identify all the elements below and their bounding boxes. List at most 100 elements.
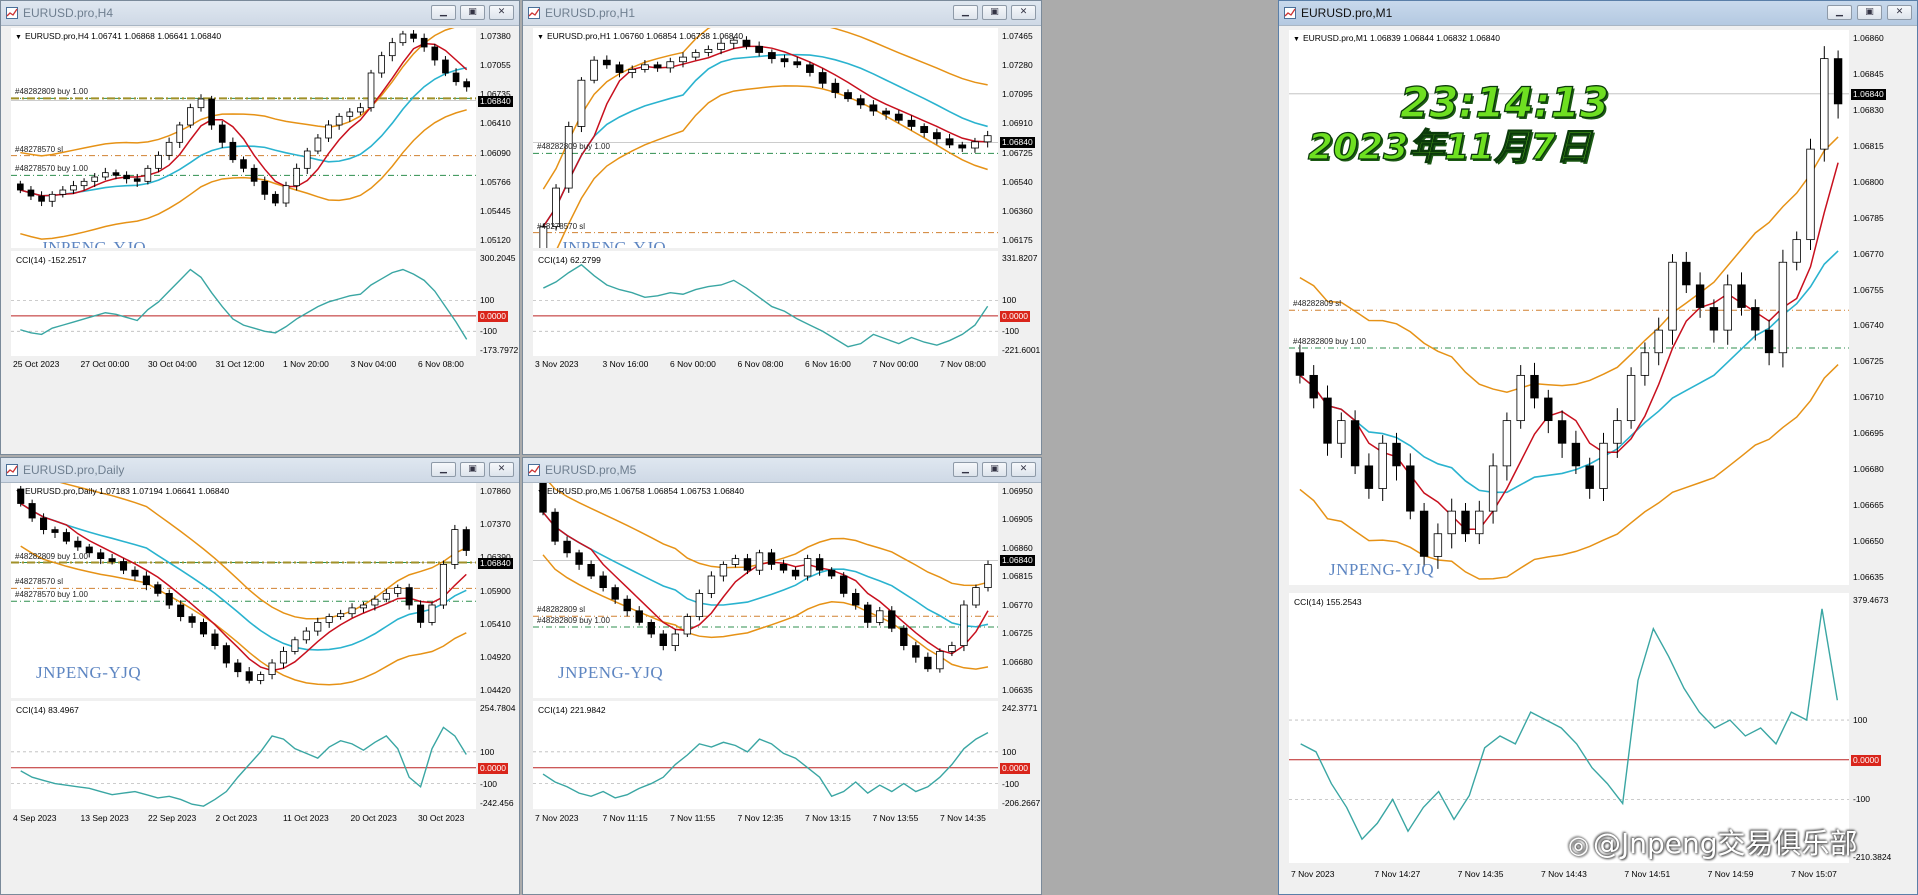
chart-app-icon — [6, 464, 18, 476]
time-axis-label: 7 Nov 2023 — [1291, 869, 1335, 879]
candle — [1792, 231, 1801, 271]
price-axis-label: 1.06815 — [1002, 571, 1033, 582]
minimize-button[interactable]: ▁ — [953, 462, 978, 477]
cci-plot[interactable]: CCI(14) -152.2517 — [11, 251, 476, 356]
candle — [211, 629, 219, 650]
chart-window-m5[interactable]: EURUSD.pro,M5 ▁ ▣ ✕ ▼ EURUSD.pro,M5 1.06758 1… — [522, 457, 1042, 895]
close-button[interactable]: ✕ — [489, 5, 514, 20]
price-axis-label: 1.06635 — [1853, 572, 1884, 582]
price-plot[interactable]: ▼ EURUSD.pro,Daily 1.07183 1.07194 1.0664… — [11, 483, 476, 698]
title-bar[interactable]: EURUSD.pro,M1 ▁ ▣ ✕ — [1279, 1, 1917, 26]
restore-button[interactable]: ▣ — [982, 5, 1007, 20]
candle — [659, 630, 667, 651]
candle — [451, 524, 459, 570]
candle — [1323, 385, 1332, 456]
candle — [1544, 389, 1553, 434]
candle — [38, 191, 45, 207]
minimize-icon: ▁ — [962, 464, 969, 474]
chart-header-ohlc: EURUSD.pro,M5 1.06758 1.06854 1.06753 1.… — [546, 486, 744, 496]
cci-axis-label: -242.456 — [480, 798, 514, 808]
minimize-button[interactable]: ▁ — [953, 5, 978, 20]
chart-header-triangle-icon[interactable]: ▼ — [15, 34, 22, 41]
chart-app-icon — [6, 7, 18, 19]
candle — [279, 646, 288, 669]
candle — [1737, 272, 1746, 316]
candle — [960, 600, 968, 652]
candle — [767, 49, 776, 64]
price-axis-label: 1.06860 — [1002, 542, 1033, 553]
price-plot[interactable]: ▼ EURUSD.pro,H4 1.06741 1.06868 1.06641 1… — [11, 28, 476, 248]
cci-axis-label: -173.7972 — [480, 345, 519, 355]
price-axis-label: 1.06755 — [1853, 284, 1884, 295]
candle — [394, 584, 402, 598]
restore-button[interactable]: ▣ — [460, 5, 485, 20]
cci-plot[interactable]: CCI(14) 62.2799 — [533, 251, 998, 356]
title-bar[interactable]: EURUSD.pro,H1 ▁ ▣ ✕ — [523, 1, 1041, 26]
cci-axis-label: 254.7804 — [480, 703, 516, 713]
candle — [325, 613, 333, 628]
cci-chart — [11, 268, 476, 340]
price-plot[interactable]: ▼ EURUSD.pro,M5 1.06758 1.06854 1.06753 1… — [533, 483, 998, 698]
price-axis-label: 1.06845 — [1853, 68, 1884, 79]
candlestick-chart — [11, 28, 476, 240]
time-axis-label: 27 Oct 00:00 — [80, 359, 130, 369]
chart-window-daily[interactable]: EURUSD.pro,Daily ▁ ▣ ✕ ▼ EURUSD.pro,Daily 1.0… — [0, 457, 520, 895]
candle — [1778, 249, 1788, 368]
title-bar[interactable]: EURUSD.pro,H4 ▁ ▣ ✕ — [1, 1, 519, 26]
price-axis-label: 1.04420 — [480, 685, 511, 695]
chart-window-h4[interactable]: EURUSD.pro,H4 ▁ ▣ ✕ ▼ EURUSD.pro,H4 1.06741 1… — [0, 0, 520, 455]
candle — [250, 164, 258, 187]
candle — [755, 41, 764, 57]
restore-button[interactable]: ▣ — [1857, 5, 1882, 20]
time-axis-label: 7 Nov 14:43 — [1541, 869, 1587, 879]
cci-axis-label: -100 — [1002, 326, 1020, 337]
candle — [80, 178, 88, 191]
close-button[interactable]: ✕ — [1011, 5, 1036, 20]
title-bar[interactable]: EURUSD.pro,Daily ▁ ▣ ✕ — [1, 458, 519, 483]
title-bar[interactable]: EURUSD.pro,M5 ▁ ▣ ✕ — [523, 458, 1041, 483]
candle — [439, 560, 447, 609]
overlay-date: 2023年11月7日 — [1307, 126, 1592, 168]
chart-header: ▼ EURUSD.pro,M5 1.06758 1.06854 1.06753 1… — [537, 486, 744, 496]
price-axis-label: 1.06785 — [1853, 212, 1884, 223]
candle — [462, 526, 470, 556]
candle — [218, 121, 226, 148]
chart-header-ohlc: EURUSD.pro,M1 1.06839 1.06844 1.06832 1.… — [1302, 33, 1500, 43]
chart-header-triangle-icon[interactable]: ▼ — [537, 34, 544, 41]
restore-button[interactable]: ▣ — [982, 462, 1007, 477]
cci-zero-box: 0.0000 — [1851, 754, 1881, 766]
candle — [1668, 254, 1677, 345]
chart-header: ▼ EURUSD.pro,H4 1.06741 1.06868 1.06641 1… — [15, 31, 221, 41]
chart-header-triangle-icon[interactable]: ▼ — [15, 489, 22, 496]
close-button[interactable]: ✕ — [1887, 5, 1912, 20]
candle — [229, 137, 237, 163]
chart-header-triangle-icon[interactable]: ▼ — [537, 489, 544, 496]
current-price-box: 1.06840 — [1851, 88, 1886, 100]
time-axis-label: 7 Nov 08:00 — [940, 359, 986, 369]
close-button[interactable]: ✕ — [1011, 462, 1036, 477]
price-plot[interactable]: ▼ EURUSD.pro,H1 1.06760 1.06854 1.06738 1… — [533, 28, 998, 248]
chart-window-h1[interactable]: EURUSD.pro,H1 ▁ ▣ ✕ ▼ EURUSD.pro,H1 1.06760 1… — [522, 0, 1042, 455]
candle — [131, 566, 139, 581]
price-axis-label: 1.06800 — [1853, 176, 1884, 187]
window-title: EURUSD.pro,Daily — [23, 463, 125, 477]
candle — [707, 571, 716, 599]
minimize-button[interactable]: ▁ — [431, 5, 456, 20]
candle — [1309, 365, 1318, 409]
minimize-button[interactable]: ▁ — [431, 462, 456, 477]
chart-header-triangle-icon[interactable]: ▼ — [1293, 36, 1300, 43]
price-axis-label: 1.06540 — [1002, 176, 1033, 187]
cci-chart — [11, 726, 476, 807]
order-label: #48278570 sl — [15, 144, 64, 154]
close-button[interactable]: ✕ — [489, 462, 514, 477]
cci-plot[interactable]: CCI(14) 83.4967 — [11, 701, 476, 809]
price-axis-label: 1.06770 — [1853, 248, 1884, 259]
price-axis-label: 1.06650 — [1853, 536, 1884, 547]
restore-button[interactable]: ▣ — [460, 462, 485, 477]
candle — [780, 54, 789, 68]
cci-plot[interactable]: CCI(14) 221.9842 — [533, 701, 998, 809]
chart-app-icon — [1284, 7, 1296, 19]
minimize-button[interactable]: ▁ — [1827, 5, 1852, 20]
time-axis-label: 7 Nov 14:27 — [1374, 869, 1421, 879]
candle — [564, 121, 573, 193]
